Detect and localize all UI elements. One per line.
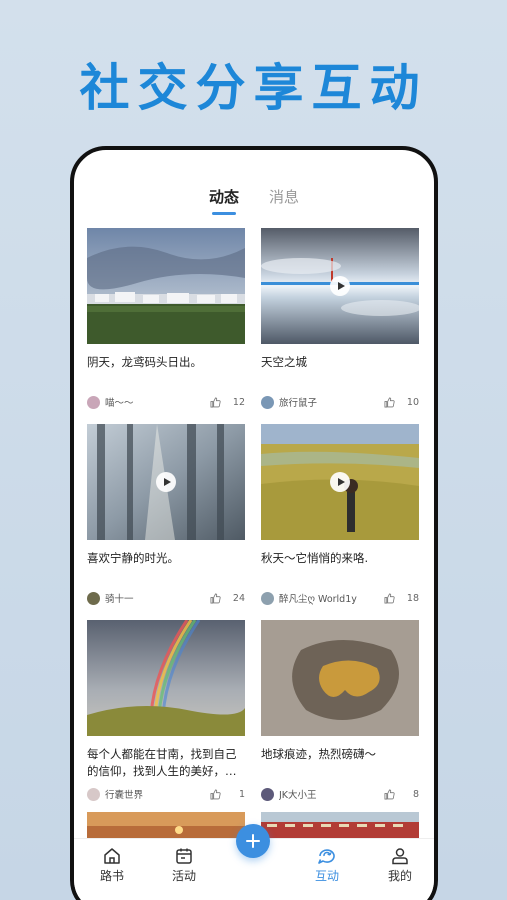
nav-label: 活动 <box>171 869 196 883</box>
avatar[interactable] <box>261 591 274 605</box>
post-username[interactable]: 骑十一 <box>105 591 210 605</box>
like-count: 12 <box>232 396 245 408</box>
avatar[interactable] <box>87 395 100 409</box>
home-icon <box>104 848 120 864</box>
post-image <box>261 424 419 540</box>
post-image-peek <box>87 812 245 838</box>
add-post-button[interactable] <box>236 824 270 858</box>
post-username[interactable]: JK大小王 <box>279 787 384 801</box>
post-username[interactable]: 行囊世界 <box>105 787 210 801</box>
nav-mine[interactable]: 我的 <box>380 847 420 884</box>
calendar-icon <box>176 848 192 864</box>
post-image-peek <box>261 812 419 838</box>
thumbs-up-icon[interactable] <box>384 789 395 800</box>
post-meta: 骑十一 24 <box>87 591 245 605</box>
post-username[interactable]: 喵～～ <box>105 395 210 409</box>
post-title: 秋天～它悄悄的来咯. <box>261 551 369 565</box>
avatar[interactable] <box>261 395 274 409</box>
post-card[interactable]: 阴天，龙鸢码头日出。 喵～～ 12 <box>87 228 245 409</box>
post-image <box>87 228 245 344</box>
play-icon[interactable] <box>330 276 350 296</box>
nav-label: 我的 <box>387 869 412 883</box>
thumbs-up-icon[interactable] <box>384 593 395 604</box>
post-meta: 旅行鼠子 10 <box>261 395 419 409</box>
like-count: 8 <box>412 788 419 800</box>
post-image <box>261 228 419 344</box>
post-card[interactable]: 每个人都能在甘南，找到自己的信仰，找到人生的美好，… 行囊世界 1 <box>87 620 245 801</box>
post-title: 天空之城 <box>261 355 307 369</box>
like-count: 24 <box>232 592 245 604</box>
thumbs-up-icon[interactable] <box>384 397 395 408</box>
thumbs-up-icon[interactable] <box>210 789 221 800</box>
post-card[interactable]: 地球痕迹，热烈磅礴～ JK大小王 8 <box>261 620 419 801</box>
promo-headline: 社交分享互动 <box>79 59 428 117</box>
post-title: 每个人都能在甘南，找到自己的信仰，找到人生的美好，… <box>87 747 237 778</box>
avatar[interactable] <box>87 787 100 801</box>
post-meta: 醉凡尘ღ World1y 18 <box>261 591 419 605</box>
post-card[interactable]: 喜欢宁静的时光。 骑十一 24 <box>87 424 245 605</box>
thumbs-up-icon[interactable] <box>210 593 221 604</box>
like-count: 10 <box>406 396 419 408</box>
post-grid: 阴天，龙鸢码头日出。 喵～～ 12 天空之城 旅行鼠子 10 喜欢宁静的时光。 … <box>87 228 421 801</box>
chat-refresh-icon <box>318 849 335 864</box>
post-meta: 行囊世界 1 <box>87 787 245 801</box>
tab-messages[interactable]: 消息 <box>269 186 299 213</box>
avatar[interactable] <box>87 591 100 605</box>
post-card[interactable]: 秋天～它悄悄的来咯. 醉凡尘ღ World1y 18 <box>261 424 419 605</box>
post-card[interactable]: 天空之城 旅行鼠子 10 <box>261 228 419 409</box>
nav-interact[interactable]: 互动 <box>307 847 347 884</box>
person-icon <box>392 848 408 865</box>
post-image <box>261 620 419 736</box>
post-username[interactable]: 醉凡尘ღ World1y <box>279 591 384 605</box>
nav-roadbook[interactable]: 路书 <box>92 847 132 884</box>
play-icon[interactable] <box>156 472 176 492</box>
nav-label: 互动 <box>314 869 339 883</box>
post-username[interactable]: 旅行鼠子 <box>279 395 384 409</box>
post-meta: JK大小王 8 <box>261 787 419 801</box>
post-title: 地球痕迹，热烈磅礴～ <box>261 747 376 761</box>
nav-activity[interactable]: 活动 <box>164 847 204 884</box>
play-icon[interactable] <box>330 472 350 492</box>
nav-label: 路书 <box>99 869 124 883</box>
tab-feed[interactable]: 动态 <box>209 186 239 215</box>
post-image <box>87 424 245 540</box>
post-meta: 喵～～ 12 <box>87 395 245 409</box>
avatar[interactable] <box>261 787 274 801</box>
post-title: 阴天，龙鸢码头日出。 <box>87 355 202 369</box>
post-title: 喜欢宁静的时光。 <box>87 551 179 565</box>
tab-bar: 动态 消息 <box>74 186 434 215</box>
post-image <box>87 620 245 736</box>
like-count: 18 <box>406 592 419 604</box>
like-count: 1 <box>238 788 245 800</box>
phone-frame: 动态 消息 阴天，龙鸢码头日出。 喵～～ 12 天空之城 旅行鼠子 10 喜欢宁… <box>70 146 438 900</box>
thumbs-up-icon[interactable] <box>210 397 221 408</box>
